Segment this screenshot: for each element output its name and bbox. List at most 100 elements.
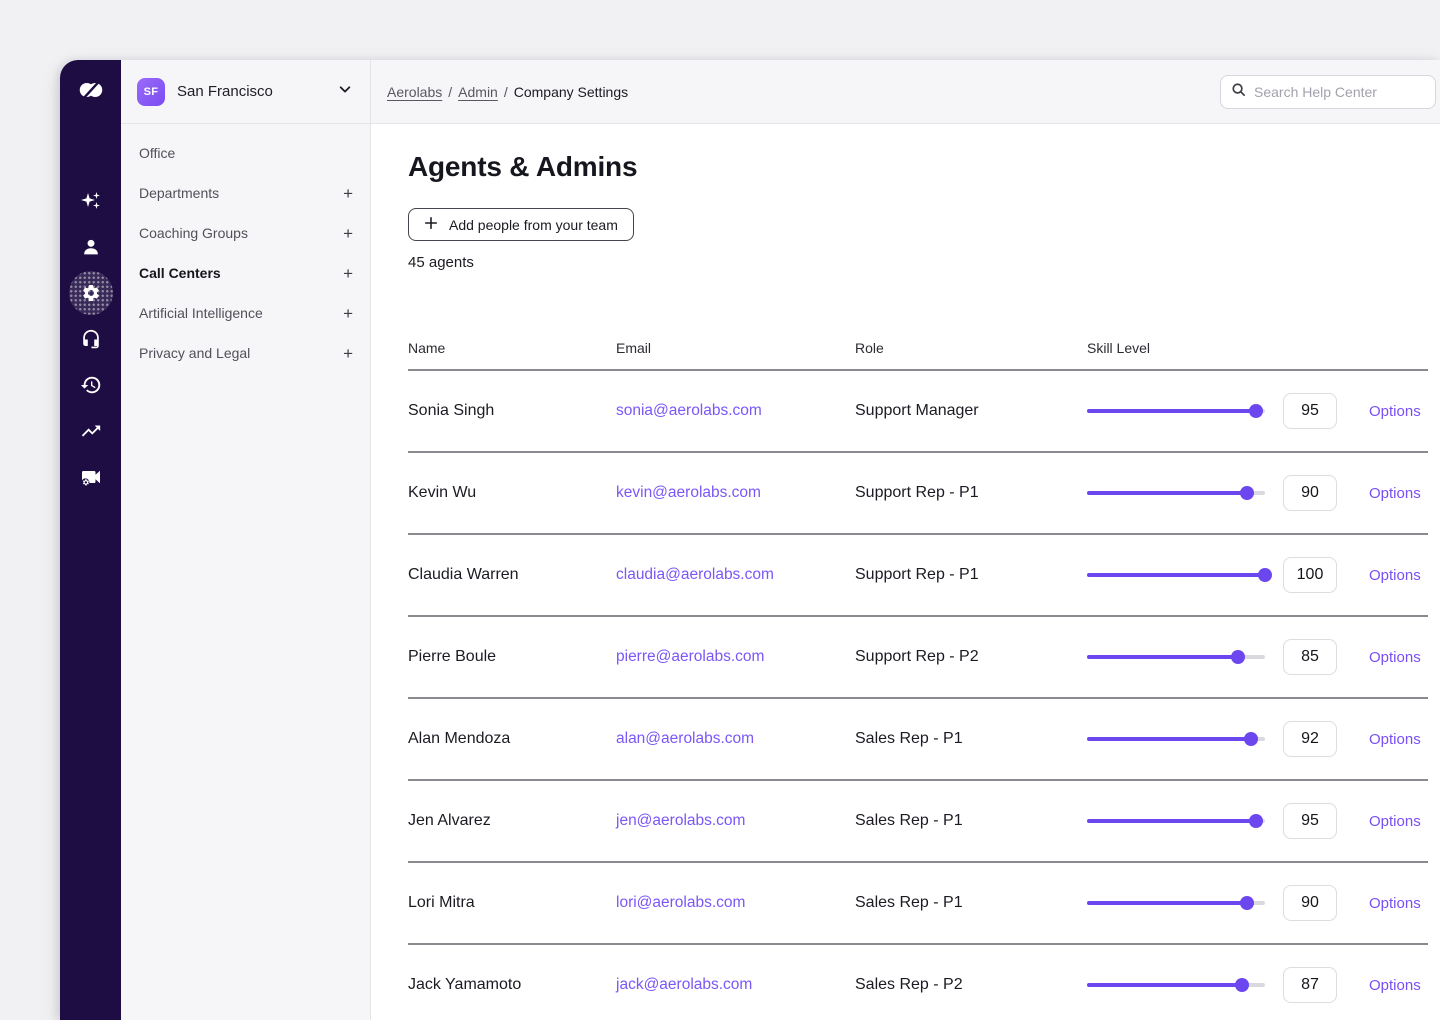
skill-slider-thumb[interactable] — [1235, 978, 1249, 992]
topbar: Aerolabs / Admin / Company Settings — [371, 60, 1440, 124]
skill-slider-fill — [1087, 573, 1265, 577]
table-row: Alan Mendoza alan@aerolabs.com Sales Rep… — [408, 699, 1428, 781]
options-link[interactable]: Options — [1369, 895, 1421, 912]
search-input[interactable] — [1254, 84, 1425, 100]
skill-slider-thumb[interactable] — [1244, 732, 1258, 746]
plus-icon[interactable]: + — [343, 345, 353, 362]
nav-item-label: Call Centers — [139, 265, 221, 281]
sparkles-icon[interactable] — [69, 179, 113, 223]
skill-slider[interactable] — [1087, 568, 1265, 582]
skill-slider[interactable] — [1087, 404, 1265, 418]
table-row: Pierre Boule pierre@aerolabs.com Support… — [408, 617, 1428, 699]
trend-up-icon[interactable] — [69, 409, 113, 453]
agent-email-link[interactable]: kevin@aerolabs.com — [616, 484, 855, 502]
skill-value-input[interactable] — [1283, 885, 1337, 921]
sidebar-item-coaching-groups[interactable]: Coaching Groups + — [121, 213, 370, 253]
agent-role: Support Manager — [855, 402, 1087, 420]
gear-icon[interactable] — [69, 271, 113, 315]
agent-email-link[interactable]: sonia@aerolabs.com — [616, 402, 855, 420]
help-search[interactable] — [1220, 75, 1436, 109]
header-email: Email — [616, 340, 855, 356]
header-role: Role — [855, 340, 1087, 356]
options-link[interactable]: Options — [1369, 649, 1421, 666]
video-settings-icon[interactable] — [69, 455, 113, 499]
header-skill-level: Skill Level — [1087, 340, 1428, 356]
sidebar-item-privacy-and-legal[interactable]: Privacy and Legal + — [121, 333, 370, 373]
agent-email-link[interactable]: pierre@aerolabs.com — [616, 648, 855, 666]
workspace-badge: SF — [137, 78, 165, 106]
agent-role: Support Rep - P1 — [855, 484, 1087, 502]
options-link[interactable]: Options — [1369, 485, 1421, 502]
agent-role: Support Rep - P2 — [855, 648, 1087, 666]
skill-value-input[interactable] — [1283, 393, 1337, 429]
nav-item-label: Coaching Groups — [139, 225, 248, 241]
skill-slider[interactable] — [1087, 486, 1265, 500]
skill-slider-fill — [1087, 409, 1256, 413]
breadcrumb-link-aerolabs[interactable]: Aerolabs — [387, 84, 442, 100]
skill-slider-fill — [1087, 901, 1247, 905]
skill-slider-fill — [1087, 655, 1238, 659]
agent-email-link[interactable]: lori@aerolabs.com — [616, 894, 855, 912]
plus-icon[interactable]: + — [343, 225, 353, 242]
skill-value-input[interactable] — [1283, 639, 1337, 675]
options-link[interactable]: Options — [1369, 731, 1421, 748]
skill-slider-fill — [1087, 491, 1247, 495]
agent-email-link[interactable]: claudia@aerolabs.com — [616, 566, 855, 584]
options-link[interactable]: Options — [1369, 977, 1421, 994]
app-window: SF San Francisco Office + Departments + … — [60, 60, 1440, 1020]
skill-slider-fill — [1087, 737, 1251, 741]
agent-role: Sales Rep - P1 — [855, 812, 1087, 830]
skill-value-input[interactable] — [1283, 557, 1337, 593]
agent-email-link[interactable]: jack@aerolabs.com — [616, 976, 855, 994]
agent-email-link[interactable]: jen@aerolabs.com — [616, 812, 855, 830]
agent-count: 45 agents — [408, 254, 1428, 271]
skill-cell: Options — [1087, 803, 1428, 839]
options-link[interactable]: Options — [1369, 403, 1421, 420]
agent-email-link[interactable]: alan@aerolabs.com — [616, 730, 855, 748]
breadcrumb-separator: / — [504, 84, 508, 100]
nav-panel: SF San Francisco Office + Departments + … — [121, 60, 371, 1020]
skill-slider-thumb[interactable] — [1231, 650, 1245, 664]
skill-value-input[interactable] — [1283, 803, 1337, 839]
skill-value-input[interactable] — [1283, 967, 1337, 1003]
skill-slider[interactable] — [1087, 650, 1265, 664]
sidebar-item-departments[interactable]: Departments + — [121, 173, 370, 213]
table-row: Kevin Wu kevin@aerolabs.com Support Rep … — [408, 453, 1428, 535]
options-link[interactable]: Options — [1369, 813, 1421, 830]
workspace-selector[interactable]: SF San Francisco — [121, 60, 370, 124]
rail-icon-list — [69, 179, 113, 499]
options-link[interactable]: Options — [1369, 567, 1421, 584]
headset-icon[interactable] — [69, 317, 113, 361]
agent-role: Sales Rep - P1 — [855, 730, 1087, 748]
add-people-button[interactable]: Add people from your team — [408, 208, 634, 241]
sidebar-item-artificial-intelligence[interactable]: Artificial Intelligence + — [121, 293, 370, 333]
skill-slider[interactable] — [1087, 896, 1265, 910]
sidebar-item-call-centers[interactable]: Call Centers + — [121, 253, 370, 293]
plus-icon[interactable]: + — [343, 305, 353, 322]
skill-slider-thumb[interactable] — [1258, 568, 1272, 582]
agents-table-body: Sonia Singh sonia@aerolabs.com Support M… — [408, 371, 1428, 1020]
skill-value-input[interactable] — [1283, 475, 1337, 511]
skill-slider-thumb[interactable] — [1240, 896, 1254, 910]
sidebar-item-office[interactable]: Office + — [121, 133, 370, 173]
chevron-down-icon — [338, 82, 352, 101]
person-icon[interactable] — [69, 225, 113, 269]
skill-slider[interactable] — [1087, 814, 1265, 828]
skill-cell: Options — [1087, 557, 1428, 593]
skill-slider-fill — [1087, 983, 1242, 987]
skill-slider-thumb[interactable] — [1249, 814, 1263, 828]
history-icon[interactable] — [69, 363, 113, 407]
breadcrumb-link-admin[interactable]: Admin — [458, 84, 498, 100]
plus-icon[interactable]: + — [343, 185, 353, 202]
skill-value-input[interactable] — [1283, 721, 1337, 757]
table-header-row: Name Email Role Skill Level — [408, 340, 1428, 371]
skill-slider[interactable] — [1087, 732, 1265, 746]
dialpad-logo-icon[interactable] — [75, 74, 107, 106]
breadcrumb-separator: / — [448, 84, 452, 100]
agent-name: Kevin Wu — [408, 484, 616, 502]
skill-slider-thumb[interactable] — [1249, 404, 1263, 418]
skill-slider-thumb[interactable] — [1240, 486, 1254, 500]
skill-slider[interactable] — [1087, 978, 1265, 992]
plus-icon[interactable]: + — [343, 265, 353, 282]
icon-rail — [60, 60, 121, 1020]
